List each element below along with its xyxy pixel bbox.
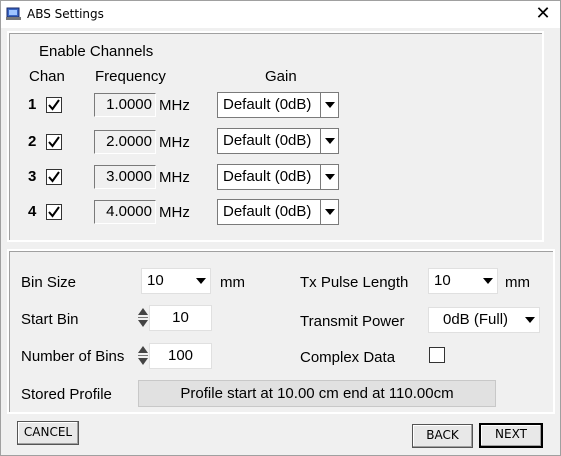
channel-1-checkbox[interactable] xyxy=(46,97,62,113)
complex-data-label: Complex Data xyxy=(300,349,396,366)
channel-2-checkbox[interactable] xyxy=(46,134,62,150)
tx-pulse-length-label: Tx Pulse Length xyxy=(300,274,409,291)
arrow-down-icon[interactable] xyxy=(138,358,148,365)
chevron-down-icon[interactable] xyxy=(192,269,210,293)
title-bar: ABS Settings ✕ xyxy=(1,1,560,28)
stored-profile-display: Profile start at 10.00 cm end at 110.00c… xyxy=(138,380,496,407)
cancel-button[interactable]: CANCEL xyxy=(17,421,79,445)
transmit-power-label: Transmit Power xyxy=(300,313,405,330)
channel-1-gain-select[interactable]: Default (0dB) xyxy=(217,92,339,118)
channel-1-frequency[interactable]: 1.0000 xyxy=(94,93,156,117)
number-of-bins-spinner[interactable] xyxy=(138,343,148,369)
tx-pulse-length-select[interactable]: 10 xyxy=(428,268,498,294)
number-of-bins-label: Number of Bins xyxy=(21,348,125,365)
start-bin-spinner[interactable] xyxy=(138,305,148,331)
close-icon[interactable]: ✕ xyxy=(526,1,560,28)
start-bin-label: Start Bin xyxy=(21,311,79,328)
channel-2-frequency[interactable]: 2.0000 xyxy=(94,130,156,154)
bin-size-value: 10 xyxy=(147,272,164,289)
channel-3-frequency[interactable]: 3.0000 xyxy=(94,165,156,189)
abs-settings-window: ABS Settings ✕ Enable Channels Chan Freq… xyxy=(0,0,561,456)
gain-value: Default (0dB) xyxy=(223,132,312,149)
number-of-bins-input[interactable]: 100 xyxy=(149,343,212,369)
chevron-down-icon[interactable] xyxy=(479,269,497,293)
chevron-down-icon[interactable] xyxy=(320,165,338,189)
chan-header: Chan xyxy=(29,68,65,85)
gain-value: Default (0dB) xyxy=(223,96,312,113)
mhz-unit: MHz xyxy=(159,169,190,186)
tx-pulse-value: 10 xyxy=(434,272,451,289)
chevron-down-icon[interactable] xyxy=(320,200,338,224)
channel-4-gain-select[interactable]: Default (0dB) xyxy=(217,199,339,225)
start-bin-input[interactable]: 10 xyxy=(149,305,212,331)
arrow-down-icon[interactable] xyxy=(138,320,148,327)
channel-number: 1 xyxy=(28,96,37,113)
check-icon xyxy=(48,206,60,218)
stored-profile-label: Stored Profile xyxy=(21,386,112,403)
channel-number: 2 xyxy=(28,133,37,150)
bin-size-unit: mm xyxy=(220,274,245,291)
check-icon xyxy=(48,136,60,148)
check-icon xyxy=(48,171,60,183)
chevron-down-icon[interactable] xyxy=(521,308,539,332)
channel-number: 4 xyxy=(28,203,37,220)
mhz-unit: MHz xyxy=(159,134,190,151)
arrow-up-icon[interactable] xyxy=(138,308,148,315)
channel-number: 3 xyxy=(28,168,37,185)
tx-pulse-unit: mm xyxy=(505,274,530,291)
enable-channels-label: Enable Channels xyxy=(39,43,154,60)
bin-size-select[interactable]: 10 xyxy=(141,268,211,294)
gain-value: Default (0dB) xyxy=(223,168,312,185)
bin-size-label: Bin Size xyxy=(21,274,77,291)
transmit-power-value: 0dB (Full) xyxy=(443,311,509,328)
mhz-unit: MHz xyxy=(159,97,190,114)
gain-value: Default (0dB) xyxy=(223,203,312,220)
chevron-down-icon[interactable] xyxy=(320,93,338,117)
channel-4-checkbox[interactable] xyxy=(46,204,62,220)
frequency-header: Frequency xyxy=(95,68,166,85)
window-title: ABS Settings xyxy=(27,7,104,21)
gain-header: Gain xyxy=(265,68,297,85)
channel-2-gain-select[interactable]: Default (0dB) xyxy=(217,128,339,154)
channel-4-frequency[interactable]: 4.0000 xyxy=(94,200,156,224)
channel-3-gain-select[interactable]: Default (0dB) xyxy=(217,164,339,190)
chevron-down-icon[interactable] xyxy=(320,129,338,153)
arrow-up-icon[interactable] xyxy=(138,346,148,353)
complex-data-checkbox[interactable] xyxy=(429,347,445,363)
next-button[interactable]: NEXT xyxy=(479,423,543,448)
app-icon xyxy=(6,7,21,20)
channel-3-checkbox[interactable] xyxy=(46,169,62,185)
check-icon xyxy=(48,99,60,111)
back-button[interactable]: BACK xyxy=(412,424,473,448)
mhz-unit: MHz xyxy=(159,204,190,221)
transmit-power-select[interactable]: 0dB (Full) xyxy=(428,307,540,333)
